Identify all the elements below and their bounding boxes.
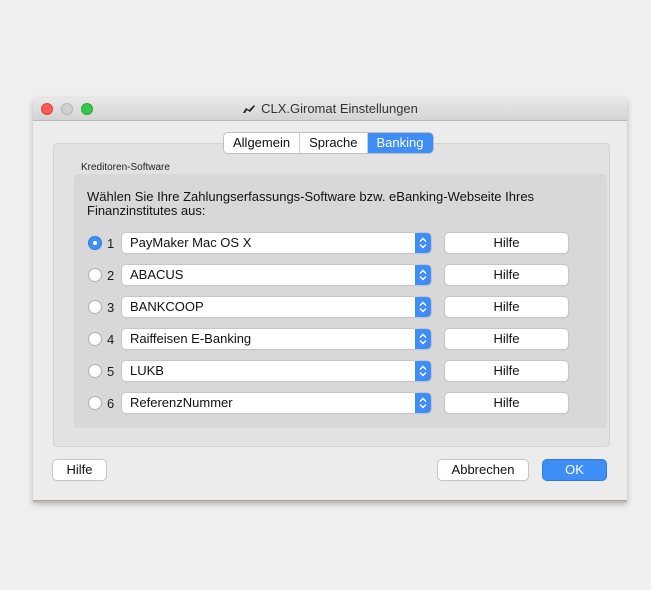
select-value-1: PayMaker Mac OS X bbox=[130, 235, 252, 250]
option-number-1: 1 bbox=[107, 236, 115, 251]
option-radio-2[interactable] bbox=[88, 268, 102, 282]
software-select-3[interactable]: BANKCOOP bbox=[122, 297, 431, 317]
software-select-5[interactable]: LUKB bbox=[122, 361, 431, 381]
window-title: CLX.Giromat Einstellungen bbox=[261, 101, 418, 116]
option-number-2: 2 bbox=[107, 268, 115, 283]
option-radio-6[interactable] bbox=[88, 396, 102, 410]
option-number-4: 4 bbox=[107, 332, 115, 347]
settings-window: CLX.Giromat Einstellungen Allgemein Spra… bbox=[33, 98, 627, 502]
select-stepper-icon bbox=[415, 361, 431, 381]
select-stepper-icon bbox=[415, 265, 431, 285]
help-button-5[interactable]: Hilfe bbox=[445, 361, 568, 381]
option-radio-4[interactable] bbox=[88, 332, 102, 346]
option-number-5: 5 bbox=[107, 364, 115, 379]
option-radio-3[interactable] bbox=[88, 300, 102, 314]
software-select-6[interactable]: ReferenzNummer bbox=[122, 393, 431, 413]
software-select-1[interactable]: PayMaker Mac OS X bbox=[122, 233, 431, 253]
ok-button[interactable]: OK bbox=[543, 460, 606, 480]
help-button-3[interactable]: Hilfe bbox=[445, 297, 568, 317]
software-select-2[interactable]: ABACUS bbox=[122, 265, 431, 285]
tab-allgemein[interactable]: Allgemein bbox=[224, 133, 301, 153]
tab-banking[interactable]: Banking bbox=[367, 133, 433, 153]
help-button-6[interactable]: Hilfe bbox=[445, 393, 568, 413]
option-radio-1[interactable] bbox=[88, 236, 102, 250]
title-bar[interactable]: CLX.Giromat Einstellungen bbox=[33, 98, 627, 121]
select-stepper-icon bbox=[415, 297, 431, 317]
select-value-3: BANKCOOP bbox=[130, 299, 204, 314]
group-label: Kreditoren-Software bbox=[81, 162, 170, 173]
select-value-6: ReferenzNummer bbox=[130, 395, 233, 410]
select-stepper-icon bbox=[415, 329, 431, 349]
select-value-2: ABACUS bbox=[130, 267, 184, 282]
select-value-5: LUKB bbox=[130, 363, 164, 378]
window-bottom-edge bbox=[33, 500, 627, 503]
option-radio-5[interactable] bbox=[88, 364, 102, 378]
software-select-4[interactable]: Raiffeisen E-Banking bbox=[122, 329, 431, 349]
tab-bar: Allgemein Sprache Banking bbox=[224, 133, 433, 153]
group-description: Wählen Sie Ihre Zahlungserfassungs-Softw… bbox=[87, 189, 535, 218]
cancel-button[interactable]: Abbrechen bbox=[438, 460, 528, 480]
select-stepper-icon bbox=[415, 233, 431, 253]
select-value-4: Raiffeisen E-Banking bbox=[130, 331, 252, 346]
app-logo-icon bbox=[243, 105, 256, 113]
window-title-container: CLX.Giromat Einstellungen bbox=[33, 101, 627, 116]
help-button-1[interactable]: Hilfe bbox=[445, 233, 568, 253]
help-button[interactable]: Hilfe bbox=[53, 460, 106, 480]
select-stepper-icon bbox=[415, 393, 431, 413]
option-number-6: 6 bbox=[107, 396, 115, 411]
help-button-2[interactable]: Hilfe bbox=[445, 265, 568, 285]
option-number-3: 3 bbox=[107, 300, 115, 315]
help-button-4[interactable]: Hilfe bbox=[445, 329, 568, 349]
tab-sprache[interactable]: Sprache bbox=[300, 133, 368, 153]
